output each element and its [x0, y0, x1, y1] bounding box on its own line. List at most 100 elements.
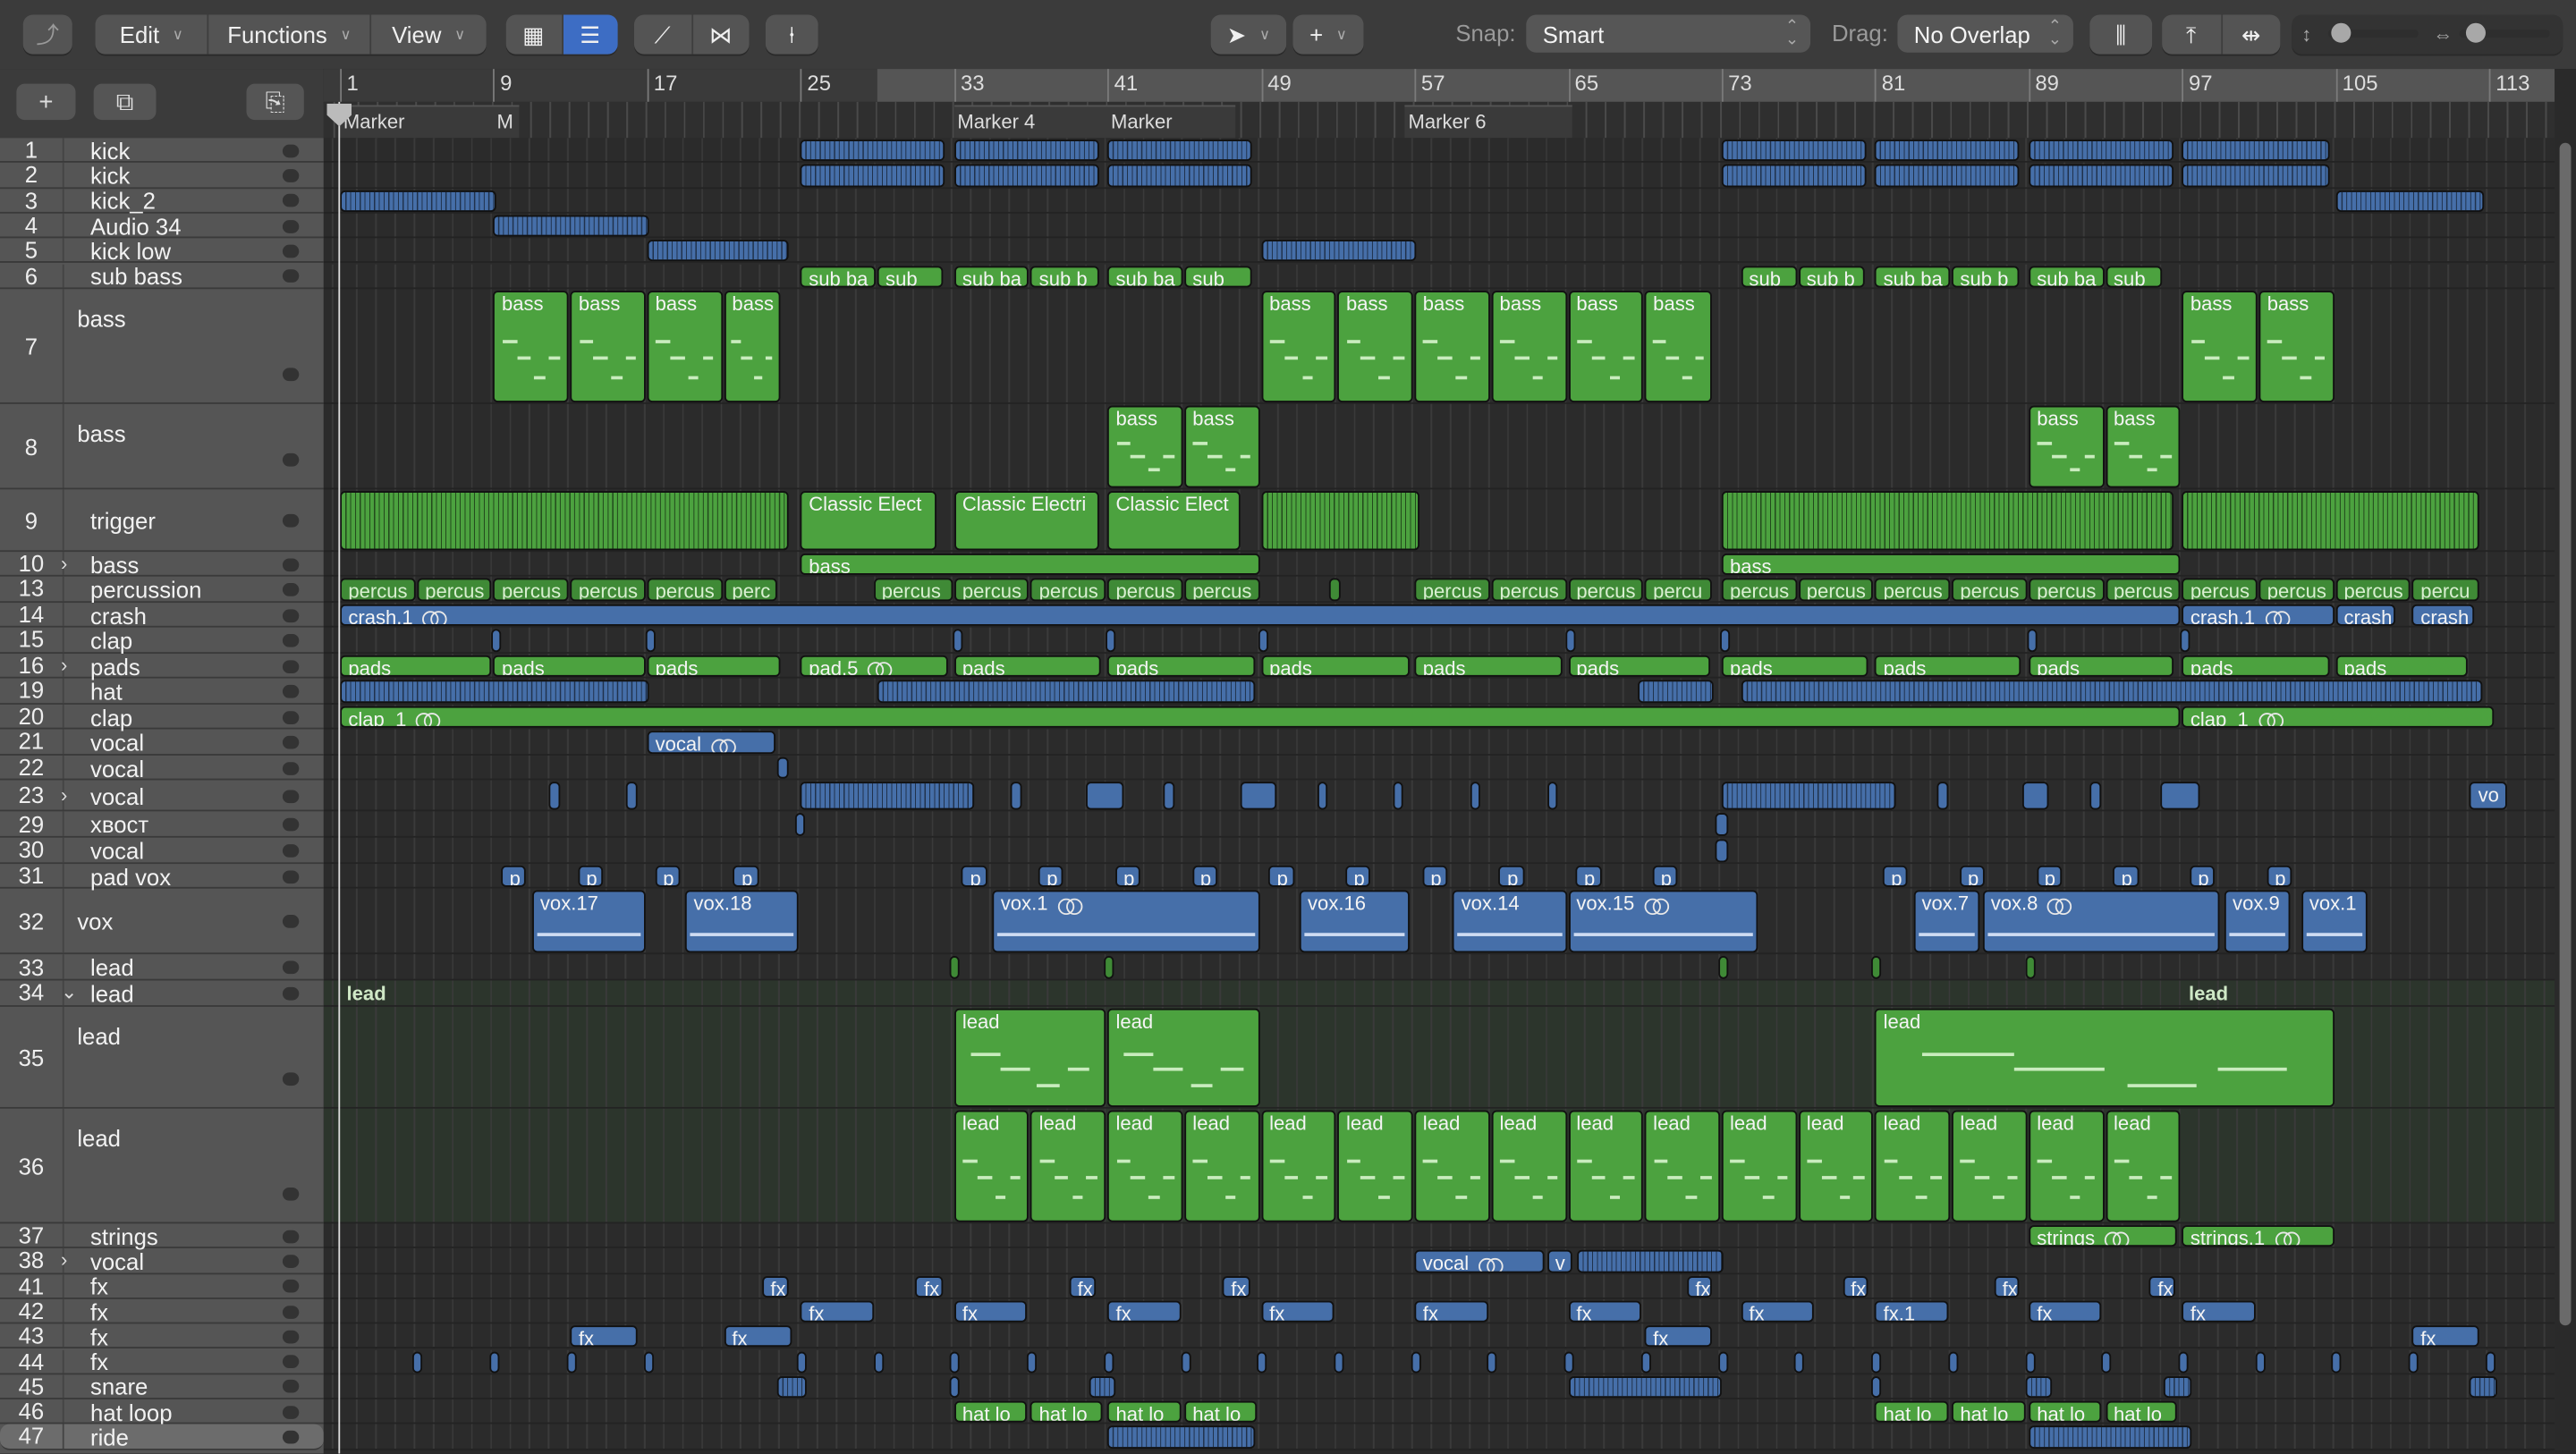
region[interactable] — [1637, 680, 1715, 703]
region[interactable]: bass — [647, 290, 723, 402]
region[interactable]: vox.15 — [1568, 891, 1758, 953]
region[interactable] — [2101, 1350, 2112, 1374]
track-lane[interactable] — [323, 188, 2555, 214]
region[interactable]: strings.1 — [2182, 1224, 2334, 1247]
track-name[interactable]: clap — [90, 628, 132, 654]
region[interactable]: vox.8 — [1982, 891, 2219, 953]
region[interactable]: crash.1 — [340, 604, 2181, 627]
functions-menu[interactable]: Functions ∨ — [209, 14, 371, 55]
region[interactable] — [1104, 1350, 1114, 1374]
track-header[interactable]: 19 hat — [0, 678, 324, 705]
region[interactable]: percus — [2105, 579, 2181, 601]
region[interactable] — [2182, 165, 2331, 187]
region[interactable]: p — [1575, 865, 1601, 888]
region[interactable]: pads — [1875, 655, 2021, 678]
slider-knob[interactable] — [2465, 22, 2486, 43]
import-button[interactable]: ⎘ — [246, 83, 304, 121]
region[interactable] — [2024, 1375, 2053, 1399]
region[interactable]: hat lo — [953, 1400, 1028, 1424]
region[interactable]: crash — [2335, 604, 2396, 627]
region[interactable]: vox.17 — [531, 891, 646, 953]
region[interactable] — [794, 813, 805, 837]
region[interactable]: percus — [1414, 579, 1490, 601]
track-record-indicator[interactable] — [282, 790, 300, 803]
region[interactable] — [1086, 782, 1123, 811]
track-header[interactable]: 23 › vocal — [0, 780, 324, 812]
track-record-indicator[interactable] — [282, 143, 300, 157]
marker[interactable]: M — [493, 105, 521, 139]
region[interactable]: percus — [340, 579, 416, 601]
region[interactable]: p — [1114, 865, 1141, 888]
region[interactable] — [1411, 1350, 1421, 1374]
region[interactable]: percus — [953, 579, 1030, 601]
track-header[interactable]: 14 crash — [0, 602, 324, 629]
region[interactable]: lead — [340, 983, 453, 1006]
region[interactable] — [2470, 1375, 2497, 1399]
track-lane[interactable]: bass bass — [323, 551, 2555, 578]
region[interactable]: vox.18 — [685, 891, 800, 953]
track-header[interactable]: 21 vocal — [0, 729, 324, 756]
region[interactable] — [801, 165, 945, 187]
track-name[interactable]: fx — [90, 1273, 108, 1299]
region[interactable] — [801, 139, 945, 162]
track-lane[interactable] — [323, 628, 2555, 654]
region[interactable] — [2163, 1375, 2192, 1399]
region[interactable] — [647, 240, 790, 262]
region[interactable] — [950, 1350, 961, 1374]
track-lane[interactable] — [323, 1348, 2555, 1374]
track-header[interactable]: 37 strings — [0, 1222, 324, 1249]
region[interactable]: lead — [1107, 1008, 1260, 1107]
secondary-tool-menu[interactable]: + ∨ — [1292, 14, 1364, 55]
track-header[interactable]: 47 ride — [0, 1424, 324, 1450]
track-name[interactable]: lead — [90, 955, 134, 981]
track-header[interactable]: 41 fx — [0, 1272, 324, 1299]
region[interactable] — [1107, 165, 1252, 187]
catch-button[interactable]: ⍿ — [765, 14, 818, 55]
track-lane[interactable]: bass bass bass bass — [323, 403, 2555, 489]
region[interactable]: fx — [2029, 1300, 2102, 1323]
track-record-indicator[interactable] — [282, 1255, 300, 1268]
region[interactable]: p — [2267, 865, 2292, 888]
track-lane[interactable] — [323, 838, 2555, 864]
track-name[interactable]: hat loop — [90, 1399, 173, 1424]
region[interactable]: pads — [340, 655, 492, 678]
region[interactable]: p — [733, 865, 759, 888]
region[interactable] — [2029, 165, 2174, 187]
region[interactable] — [2180, 630, 2190, 652]
disclosure-closed-icon[interactable]: › — [61, 653, 67, 676]
track-header[interactable]: 1 kick — [0, 137, 324, 164]
track-record-indicator[interactable] — [282, 818, 300, 832]
track-record-indicator[interactable] — [282, 634, 300, 647]
region[interactable]: sub b — [1030, 265, 1098, 288]
region[interactable]: sub ba — [1107, 265, 1183, 288]
region[interactable]: lead — [953, 1008, 1106, 1107]
region[interactable] — [2332, 1350, 2343, 1374]
track-header[interactable]: 36 lead — [0, 1108, 324, 1223]
region[interactable] — [1871, 1375, 1882, 1399]
region[interactable]: sub — [1184, 265, 1252, 288]
region[interactable]: percu — [2412, 579, 2480, 601]
marker[interactable]: Marker — [1107, 105, 1236, 139]
region[interactable] — [1563, 1350, 1574, 1374]
region[interactable]: p — [2036, 865, 2062, 888]
region[interactable]: pads — [1414, 655, 1563, 678]
region[interactable]: fx — [1644, 1325, 1713, 1348]
track-lane[interactable] — [323, 811, 2555, 839]
region[interactable]: sub b — [1952, 265, 2020, 288]
region[interactable]: bass — [2029, 405, 2105, 488]
track-lane[interactable]: lead lead lead lead lead lead lead lead lead lead… — [323, 1108, 2555, 1223]
region[interactable]: percus — [1491, 579, 1567, 601]
track-header[interactable]: 45 snare — [0, 1373, 324, 1400]
region[interactable] — [1719, 630, 1730, 652]
track-header[interactable]: 2 kick — [0, 162, 324, 189]
region[interactable] — [1717, 1350, 1728, 1374]
marker-track[interactable]: Marker M Marker 4 Marker Marker 6 — [323, 101, 2555, 139]
track-record-indicator[interactable] — [282, 1187, 300, 1201]
disclosure-closed-icon[interactable]: › — [61, 1248, 67, 1272]
region[interactable]: vox.1 — [992, 891, 1260, 953]
region[interactable]: vo — [2470, 782, 2507, 811]
region[interactable]: hat lo — [2029, 1400, 2102, 1424]
track-name[interactable]: pads — [90, 653, 140, 679]
region[interactable] — [2024, 1350, 2035, 1374]
track-record-indicator[interactable] — [282, 219, 300, 232]
